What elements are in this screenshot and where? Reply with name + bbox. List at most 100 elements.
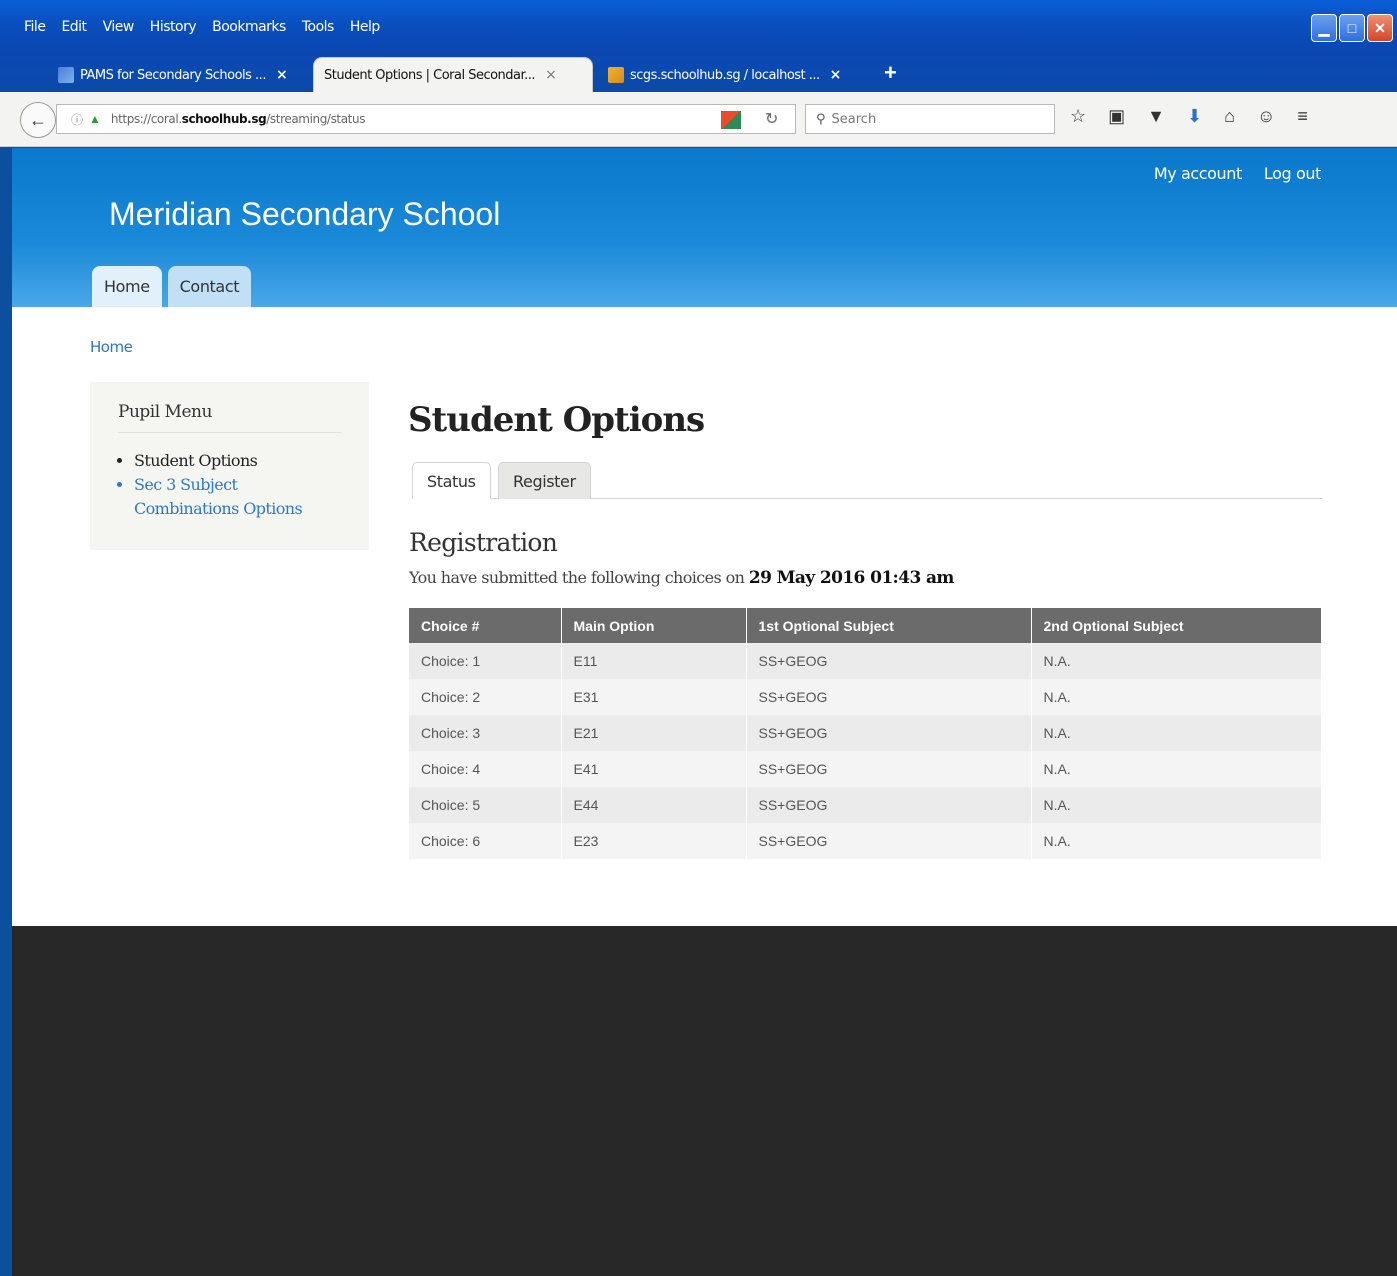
- cell-main-option: E44: [561, 787, 747, 823]
- pams-favicon-icon: [58, 67, 74, 83]
- menu-edit[interactable]: Edit: [53, 17, 94, 39]
- home-icon[interactable]: ⌂: [1224, 106, 1235, 127]
- menu-bar: File Edit View History Bookmarks Tools H…: [16, 17, 388, 39]
- cell-choice: Choice: 3: [409, 715, 562, 751]
- maximize-button[interactable]: □: [1339, 14, 1365, 42]
- hamburger-menu-icon[interactable]: ≡: [1297, 106, 1308, 127]
- browser-tab-label: Student Options | Coral Secondar...: [324, 67, 536, 83]
- browser-tab-label: PAMS for Secondary Schools ...: [80, 67, 266, 83]
- table-header-row: Choice # Main Option 1st Optional Subjec…: [409, 608, 1322, 643]
- close-tab-icon[interactable]: ×: [830, 67, 842, 83]
- cell-1st-optional: SS+GEOG: [746, 643, 1032, 679]
- cell-2nd-optional: N.A.: [1031, 679, 1322, 715]
- menu-bookmarks[interactable]: Bookmarks: [204, 17, 294, 39]
- cell-2nd-optional: N.A.: [1031, 823, 1322, 859]
- cell-2nd-optional: N.A.: [1031, 751, 1322, 787]
- secondary-menu: My account Log out: [1154, 164, 1322, 183]
- cell-choice: Choice: 1: [409, 643, 562, 679]
- back-arrow-icon[interactable]: ←: [20, 102, 56, 138]
- browser-tab-label: scgs.schoolhub.sg / localhost ...: [630, 67, 820, 83]
- site-footer: [12, 926, 1397, 1276]
- download-icon[interactable]: ⬇: [1187, 106, 1202, 127]
- minimize-button[interactable]: ▁: [1311, 14, 1337, 42]
- extension-icon[interactable]: [721, 111, 741, 129]
- my-account-link[interactable]: My account: [1154, 164, 1243, 183]
- registration-heading: Registration: [409, 528, 558, 557]
- site-name[interactable]: Meridian Secondary School: [109, 196, 500, 233]
- pupil-menu-list: Student Options Sec 3 Subject Combinatio…: [118, 449, 341, 521]
- cell-main-option: E41: [561, 751, 747, 787]
- toolbar-icons: ☆ ▣ ▼ ⬇ ⌂ ☺ ≡: [1070, 106, 1308, 127]
- cell-main-option: E11: [561, 643, 747, 679]
- cell-choice: Choice: 6: [409, 823, 562, 859]
- browser-tab-strip: PAMS for Secondary Schools ... × Student…: [0, 56, 1397, 92]
- pupil-menu-block: Pupil Menu Student Options Sec 3 Subject…: [90, 382, 369, 550]
- main-menu-contact[interactable]: Contact: [167, 266, 252, 307]
- menu-help[interactable]: Help: [342, 17, 388, 39]
- cell-choice: Choice: 5: [409, 787, 562, 823]
- main-menu: Home Contact: [92, 266, 252, 307]
- navigation-bar: ← ⓘ ▲ https://coral.schoolhub.sg/streami…: [0, 92, 1397, 147]
- choices-table: Choice # Main Option 1st Optional Subjec…: [409, 608, 1322, 859]
- table-row: Choice: 4 E41 SS+GEOG N.A.: [409, 751, 1322, 787]
- pocket-icon[interactable]: ▼: [1147, 106, 1165, 127]
- search-icon: ⚲: [816, 111, 826, 127]
- browser-tab-schoolhub[interactable]: scgs.schoolhub.sg / localhost ... ×: [598, 58, 870, 92]
- close-window-button[interactable]: ✕: [1367, 14, 1393, 42]
- submission-date: 29 May 2016 01:43 am: [748, 568, 955, 588]
- cell-2nd-optional: N.A.: [1031, 787, 1322, 823]
- search-placeholder: Search: [831, 111, 877, 127]
- cell-choice: Choice: 4: [409, 751, 562, 787]
- menu-file[interactable]: File: [16, 17, 53, 39]
- cell-1st-optional: SS+GEOG: [746, 679, 1032, 715]
- table-row: Choice: 6 E23 SS+GEOG N.A.: [409, 823, 1322, 859]
- cell-1st-optional: SS+GEOG: [746, 751, 1032, 787]
- chat-icon[interactable]: ☺: [1257, 106, 1275, 127]
- table-row: Choice: 3 E21 SS+GEOG N.A.: [409, 715, 1322, 751]
- cell-choice: Choice: 2: [409, 679, 562, 715]
- url-bar[interactable]: ⓘ ▲ https://coral.schoolhub.sg/streaming…: [56, 104, 796, 134]
- close-tab-icon[interactable]: ×: [276, 67, 288, 83]
- browser-tab-student-options[interactable]: Student Options | Coral Secondar... ×: [314, 58, 592, 92]
- table-row: Choice: 2 E31 SS+GEOG N.A.: [409, 679, 1322, 715]
- cell-main-option: E31: [561, 679, 747, 715]
- search-input[interactable]: ⚲ Search: [805, 104, 1055, 134]
- reload-icon[interactable]: ↻: [765, 109, 778, 129]
- log-out-link[interactable]: Log out: [1264, 164, 1321, 183]
- tab-status[interactable]: Status: [412, 462, 491, 499]
- lock-icon[interactable]: ▲: [89, 112, 101, 126]
- sidebar-item-sec3-combinations[interactable]: Sec 3 Subject Combinations Options: [134, 473, 341, 521]
- column-header-choice: Choice #: [409, 608, 562, 643]
- window-controls: ▁ □ ✕: [1311, 14, 1393, 42]
- bookmark-star-icon[interactable]: ☆: [1070, 106, 1086, 127]
- column-header-2nd-optional: 2nd Optional Subject: [1031, 608, 1322, 643]
- sidebar-item-student-options[interactable]: Student Options: [134, 449, 341, 473]
- cell-1st-optional: SS+GEOG: [746, 823, 1032, 859]
- table-row: Choice: 5 E44 SS+GEOG N.A.: [409, 787, 1322, 823]
- cell-main-option: E23: [561, 823, 747, 859]
- clipboard-icon[interactable]: ▣: [1108, 106, 1125, 127]
- tab-register[interactable]: Register: [498, 462, 591, 499]
- table-row: Choice: 1 E11 SS+GEOG N.A.: [409, 643, 1322, 679]
- menu-view[interactable]: View: [95, 17, 142, 39]
- column-header-main-option: Main Option: [561, 608, 747, 643]
- menu-history[interactable]: History: [142, 17, 204, 39]
- new-tab-button[interactable]: +: [884, 60, 897, 86]
- submission-text: You have submitted the following choices…: [409, 568, 954, 588]
- page-title: Student Options: [408, 400, 705, 440]
- browser-tab-pams[interactable]: PAMS for Secondary Schools ... ×: [48, 58, 310, 92]
- close-tab-icon[interactable]: ×: [545, 67, 557, 83]
- url-text: https://coral.schoolhub.sg/streaming/sta…: [110, 112, 366, 126]
- site-header: My account Log out Meridian Secondary Sc…: [12, 148, 1397, 307]
- main-menu-home[interactable]: Home: [92, 266, 162, 307]
- window-titlebar: File Edit View History Bookmarks Tools H…: [0, 0, 1397, 56]
- cell-1st-optional: SS+GEOG: [746, 787, 1032, 823]
- cell-2nd-optional: N.A.: [1031, 715, 1322, 751]
- column-header-1st-optional: 1st Optional Subject: [746, 608, 1032, 643]
- cell-2nd-optional: N.A.: [1031, 643, 1322, 679]
- cell-1st-optional: SS+GEOG: [746, 715, 1032, 751]
- pupil-menu-title: Pupil Menu: [118, 402, 341, 433]
- menu-tools[interactable]: Tools: [294, 17, 342, 39]
- breadcrumb-home[interactable]: Home: [90, 338, 133, 356]
- info-icon[interactable]: ⓘ: [71, 111, 83, 128]
